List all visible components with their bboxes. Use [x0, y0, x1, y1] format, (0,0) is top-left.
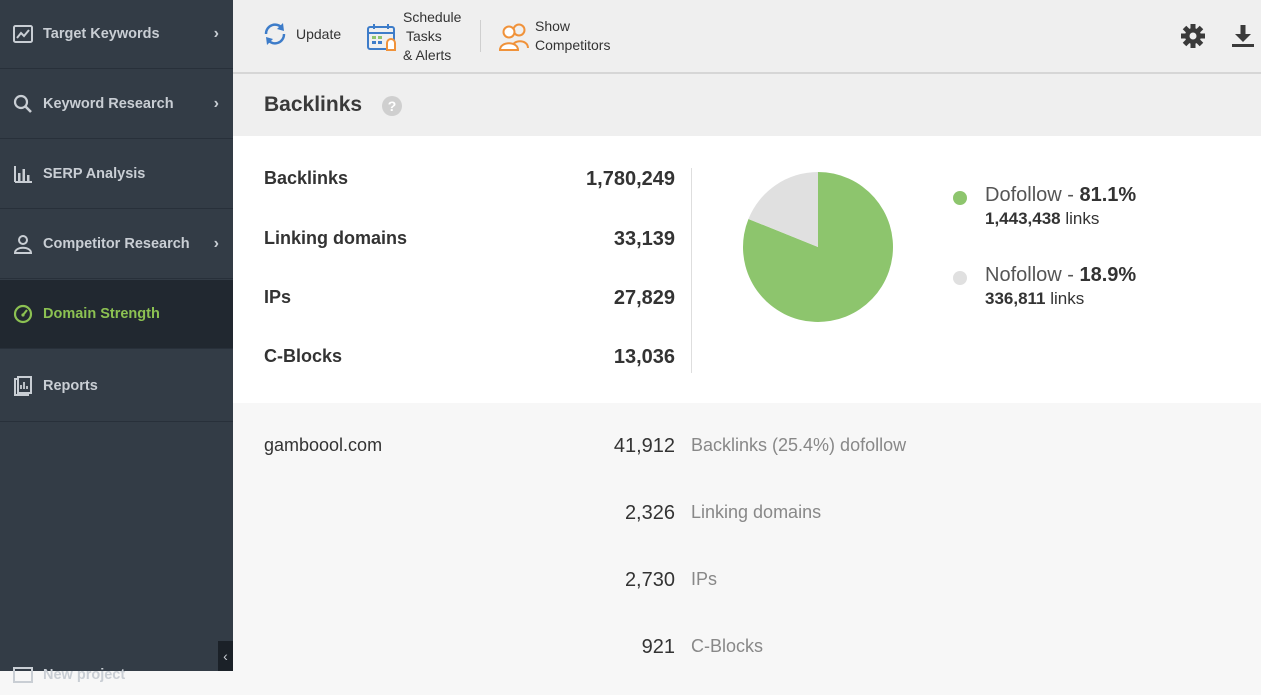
detail-label: Backlinks (25.4%) dofollow — [691, 435, 907, 455]
gauge-icon — [11, 302, 35, 326]
links-unit: links — [1045, 289, 1085, 308]
schedule-tasks-label: Schedule Tasks & Alerts — [403, 8, 461, 65]
nofollow-percent: 18.9% — [1079, 264, 1137, 286]
detail-value: 2,730 — [624, 569, 675, 591]
schedule-tasks-button[interactable]: Schedule Tasks & Alerts — [366, 8, 461, 65]
nofollow-links: 336,811 links — [985, 289, 1084, 309]
bar-chart-icon — [11, 162, 35, 186]
sidebar-item-label: Domain Strength — [43, 306, 160, 322]
detail-value: 2,326 — [624, 502, 675, 524]
search-icon — [11, 92, 35, 116]
dofollow-name: Dofollow — [985, 184, 1062, 206]
competitors-line1: Show — [535, 18, 571, 34]
chevron-right-icon: › — [213, 25, 219, 42]
sidebar-item-label: Competitor Research — [43, 236, 190, 252]
dofollow-legend: Dofollow - 81.1% — [985, 184, 1136, 207]
stat-value: 27,829 — [613, 287, 675, 309]
detail-label: C-Blocks — [691, 636, 764, 656]
schedule-line1: Schedule — [403, 9, 462, 25]
dofollow-count: 1,443,438 — [985, 209, 1061, 228]
stat-value: 33,139 — [613, 228, 675, 250]
download-icon — [1230, 25, 1256, 54]
sidebar-item-label: SERP Analysis — [43, 166, 146, 182]
reports-icon — [11, 374, 35, 398]
sidebar-item-label: Keyword Research — [43, 96, 174, 112]
update-button[interactable]: Update — [261, 20, 341, 48]
detail-value: 921 — [641, 636, 675, 658]
stat-label: IPs — [264, 287, 292, 307]
toolbar: Update Schedule Tasks & Alerts Show Comp… — [233, 0, 1261, 74]
detail-label: IPs — [691, 569, 718, 589]
show-competitors-label: Show Competitors — [535, 17, 610, 55]
gear-icon — [1179, 24, 1207, 54]
competitors-icon — [498, 20, 530, 52]
nofollow-legend-dot — [953, 271, 967, 285]
schedule-line2: Tasks — [406, 28, 442, 44]
domain-details: gamboool.com 41,912 Backlinks (25.4%) do… — [233, 403, 1261, 671]
sidebar-item-keyword-research[interactable]: Keyword Research › — [0, 70, 233, 139]
nofollow-count: 336,811 — [985, 289, 1046, 308]
chevron-right-icon: › — [213, 95, 219, 112]
detail-value: 41,912 — [613, 435, 675, 457]
stat-label: Linking domains — [264, 228, 408, 248]
backlinks-summary: Backlinks 1,780,249 Linking domains 33,1… — [233, 136, 1261, 403]
section-header: Backlinks ? — [233, 74, 1261, 136]
sidebar-item-new-project[interactable]: New project — [0, 655, 233, 695]
links-unit: links — [1060, 209, 1100, 228]
schedule-line3: & Alerts — [403, 47, 452, 63]
nofollow-name: Nofollow — [985, 264, 1062, 286]
sidebar-item-label: Reports — [43, 377, 98, 394]
help-icon[interactable]: ? — [382, 96, 402, 116]
sidebar-item-competitor-research[interactable]: Competitor Research › — [0, 210, 233, 279]
sidebar-item-label: Target Keywords — [43, 26, 160, 42]
stat-value: 13,036 — [613, 346, 675, 368]
refresh-icon — [261, 20, 289, 48]
sidebar-item-domain-strength[interactable]: Domain Strength — [0, 280, 233, 349]
user-icon — [11, 232, 35, 256]
dofollow-links: 1,443,438 links — [985, 209, 1099, 229]
chevron-right-icon: › — [213, 235, 219, 252]
update-label: Update — [296, 26, 342, 42]
legend-separator: - — [1061, 184, 1080, 206]
stat-label: C-Blocks — [264, 346, 343, 366]
sidebar: Target Keywords › Keyword Research › SER… — [0, 0, 233, 683]
sidebar-item-serp-analysis[interactable]: SERP Analysis — [0, 140, 233, 209]
new-project-icon — [11, 663, 35, 687]
page-title: Backlinks — [264, 93, 363, 116]
collapse-sidebar-button[interactable]: ‹ — [218, 641, 233, 671]
dofollow-pie-chart — [743, 172, 893, 322]
show-competitors-button[interactable]: Show Competitors — [498, 17, 610, 55]
competitors-line2: Competitors — [535, 37, 611, 53]
nofollow-legend: Nofollow - 18.9% — [985, 264, 1136, 287]
dofollow-legend-dot — [953, 191, 967, 205]
domain-name: gamboool.com — [264, 435, 383, 455]
divider — [691, 168, 692, 373]
sidebar-item-target-keywords[interactable]: Target Keywords › — [0, 0, 233, 69]
dofollow-percent: 81.1% — [1079, 184, 1137, 206]
stat-value: 1,780,249 — [586, 168, 675, 190]
settings-button[interactable] — [1179, 22, 1207, 50]
chart-line-icon — [11, 22, 35, 46]
sidebar-item-reports[interactable]: Reports — [0, 350, 233, 422]
detail-label: Linking domains — [691, 502, 822, 522]
calendar-alert-icon — [366, 21, 398, 53]
legend-separator: - — [1061, 264, 1080, 286]
stat-label: Backlinks — [264, 168, 349, 188]
download-button[interactable] — [1230, 22, 1256, 50]
sidebar-item-label: New project — [43, 667, 126, 683]
toolbar-divider — [480, 20, 481, 52]
